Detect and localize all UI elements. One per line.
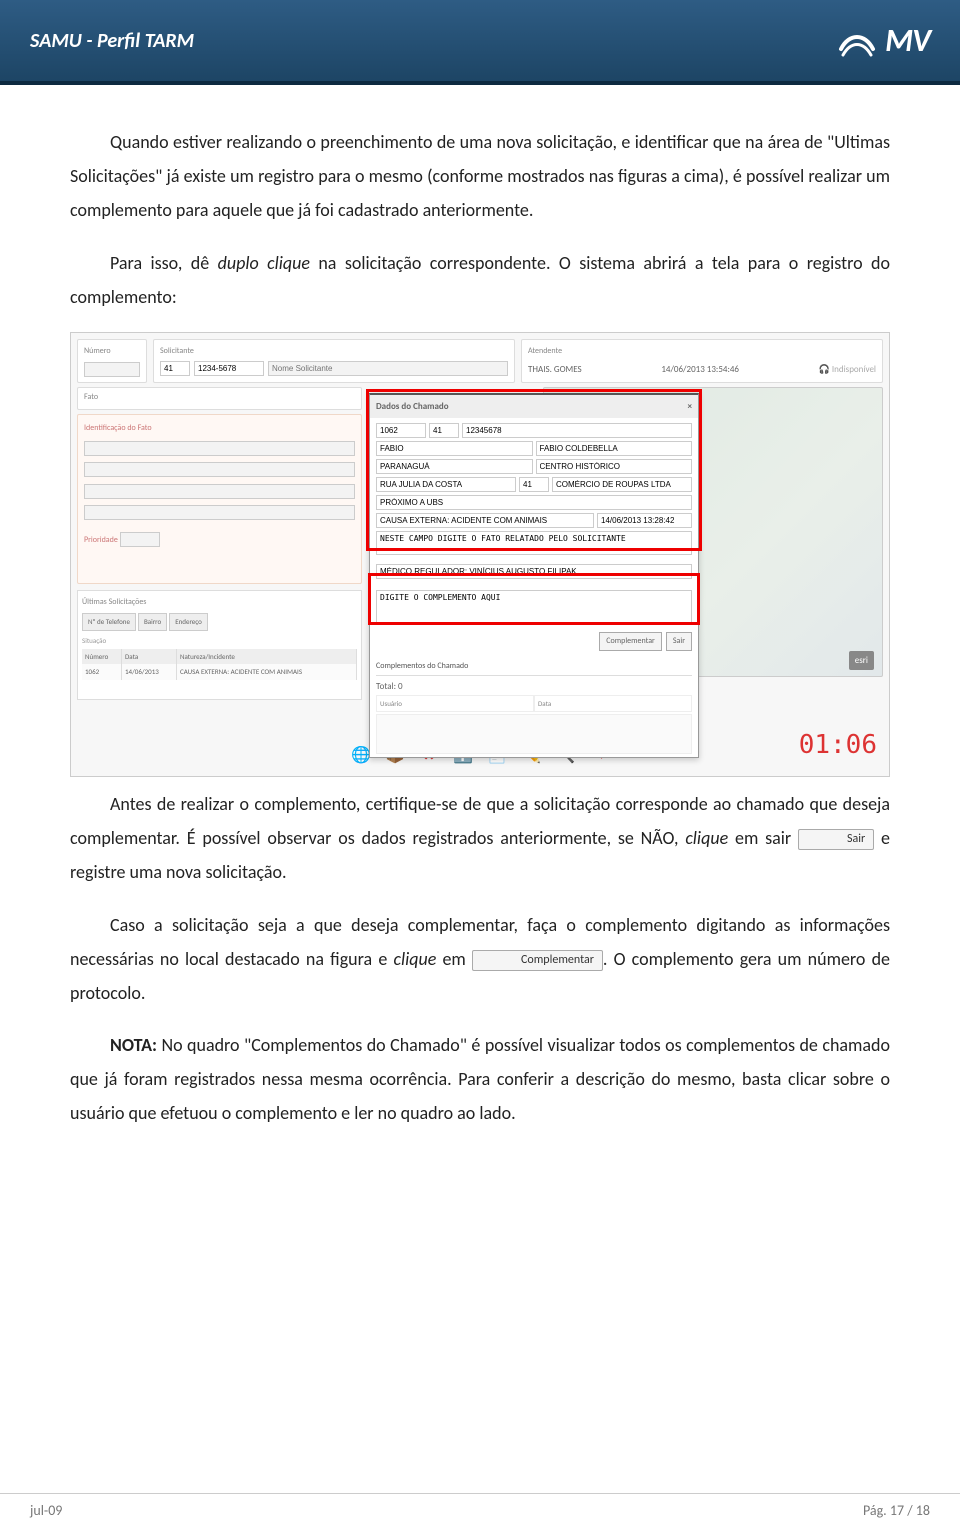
table-row[interactable]: 1062 14/06/2013 CAUSA EXTERNA: ACIDENTE … xyxy=(82,664,357,679)
p2-text-a: Para isso, dê xyxy=(110,252,218,274)
label-complementos: Complementos do Chamado xyxy=(376,659,692,675)
label-atendente: Atendente xyxy=(528,344,876,359)
footer-page: Pág. 17 / 18 xyxy=(863,1502,930,1519)
logo-swoosh-icon xyxy=(837,21,877,61)
dlg-complementar-button[interactable]: Complementar xyxy=(599,632,662,651)
label-fato: Fato xyxy=(84,390,355,405)
prioridade-select[interactable] xyxy=(120,532,160,547)
fato-row-2[interactable] xyxy=(84,462,355,477)
timer-value: 01:06 xyxy=(799,721,877,770)
atendente-status: Indisponível xyxy=(832,364,876,375)
p4-text-c: em xyxy=(436,948,472,970)
tab-telefone[interactable]: Nº de Telefone xyxy=(82,613,136,630)
label-numero: Número xyxy=(84,344,140,359)
label-ident-fato: Identificação do Fato xyxy=(84,421,355,436)
row-nat: CAUSA EXTERNA: ACIDENTE COM ANIMAIS xyxy=(177,664,357,679)
paragraph-2: Para isso, dê duplo clique na solicitaçã… xyxy=(70,246,890,314)
panel-numero: Número xyxy=(77,339,147,383)
mv-logo: MV xyxy=(837,21,930,61)
logo-text: MV xyxy=(885,21,930,60)
numero-input[interactable] xyxy=(84,362,140,377)
col-data: Data xyxy=(534,695,692,712)
fato-row-3[interactable] xyxy=(84,484,355,499)
panel-atendente: Atendente THAIS. GOMES 14/06/2013 13:54:… xyxy=(521,339,883,383)
paragraph-1: Quando estiver realizando o preenchiment… xyxy=(70,125,890,228)
p2-emph: duplo clique xyxy=(218,252,310,274)
th-data: Data xyxy=(122,649,177,664)
tel-ddd-input[interactable] xyxy=(160,361,190,376)
solicitante-nome-input[interactable] xyxy=(268,361,508,376)
inline-sair-button[interactable]: Sair xyxy=(798,829,874,850)
panel-solicitante: Solicitante xyxy=(153,339,515,383)
fato-row-1[interactable] xyxy=(84,441,355,456)
highlight-dados xyxy=(366,389,702,551)
paragraph-5: NOTA: No quadro "Complementos do Chamado… xyxy=(70,1028,890,1131)
p4-emph: clique xyxy=(393,948,436,970)
label-prioridade: Prioridade xyxy=(84,535,118,545)
label-situacao: Situação xyxy=(82,634,357,647)
col-usuario: Usuário xyxy=(376,695,534,712)
tel-num-input[interactable] xyxy=(194,361,264,376)
app-screenshot: Número Solicitante Atendente THAIS. GOME… xyxy=(70,332,890,777)
footer-date: jul-09 xyxy=(30,1502,62,1519)
row-num: 1062 xyxy=(82,664,122,679)
label-ultimas: Últimas Solicitações xyxy=(82,595,357,610)
th-natureza: Natureza/Incidente xyxy=(177,649,357,664)
page-header: SAMU - Perfil TARM MV xyxy=(0,0,960,85)
label-total: Total: 0 xyxy=(376,678,692,695)
p3-text-c: em sair xyxy=(728,827,798,849)
page-footer: jul-09 Pág. 17 / 18 xyxy=(0,1493,960,1527)
complementos-list: Complementos do Chamado Total: 0 Usuário… xyxy=(370,656,698,757)
row-data: 14/06/2013 xyxy=(122,664,177,679)
tab-endereco[interactable]: Endereço xyxy=(169,613,208,630)
paragraph-4: Caso a solicitação seja a que deseja com… xyxy=(70,908,890,1011)
esri-badge: esri xyxy=(849,651,874,670)
atendente-nome: THAIS. GOMES xyxy=(528,361,582,378)
atendente-ts: 14/06/2013 13:54:46 xyxy=(661,361,739,378)
p5-text: No quadro "Complementos do Chamado" é po… xyxy=(70,1034,890,1124)
fato-row-4[interactable] xyxy=(84,505,355,520)
complementos-empty xyxy=(376,714,692,754)
th-numero: Número xyxy=(82,649,122,664)
ultimas-panel: Últimas Solicitações Nº de Telefone Bair… xyxy=(77,590,362,700)
fato-panel: Identificação do Fato Prioridade xyxy=(77,414,362,584)
tab-bairro[interactable]: Bairro xyxy=(138,613,167,630)
header-title: SAMU - Perfil TARM xyxy=(30,29,194,53)
dlg-sair-button[interactable]: Sair xyxy=(666,632,692,651)
p5-nota: NOTA: xyxy=(110,1034,157,1056)
p3-emph: clique xyxy=(685,827,728,849)
highlight-complemento xyxy=(368,573,700,625)
label-solicitante: Solicitante xyxy=(160,344,508,359)
inline-complementar-button[interactable]: Complementar xyxy=(472,950,603,971)
paragraph-3: Antes de realizar o complemento, certifi… xyxy=(70,787,890,890)
document-body: Quando estiver realizando o preenchiment… xyxy=(0,85,960,1169)
